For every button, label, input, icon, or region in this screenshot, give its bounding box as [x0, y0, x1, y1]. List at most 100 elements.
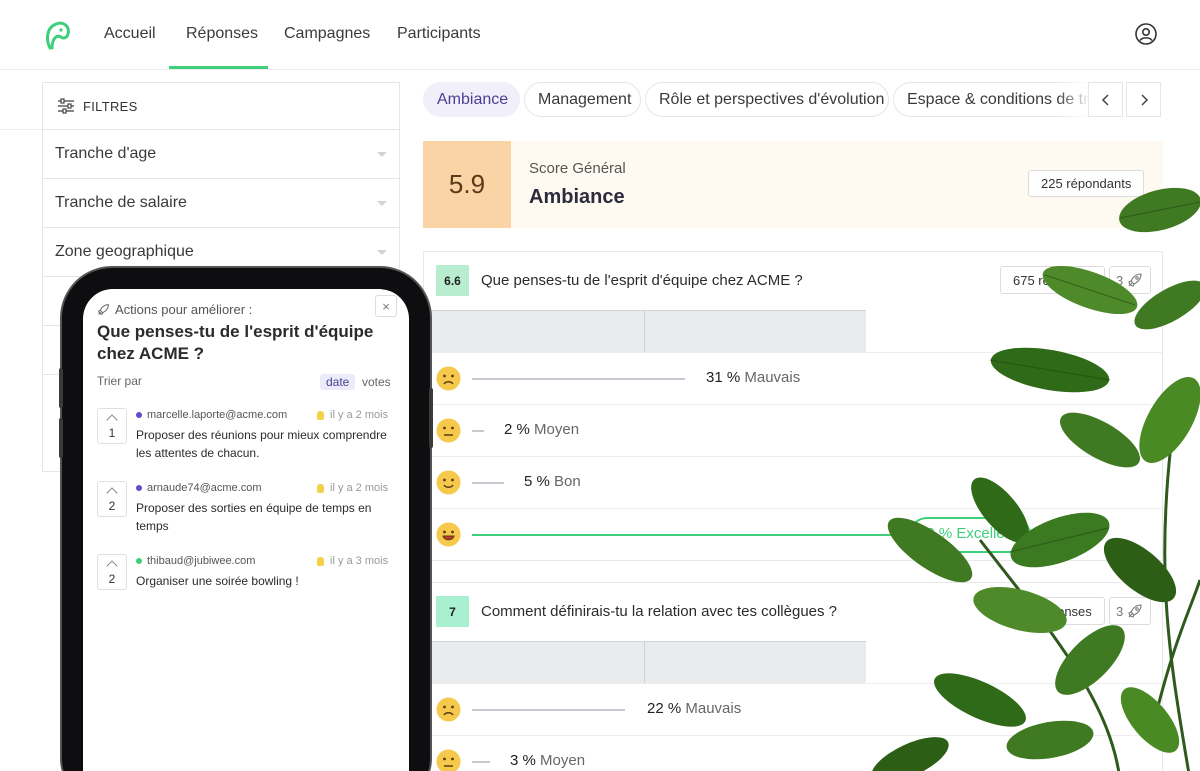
answer-percent: 31 %: [706, 369, 741, 386]
filter-tranche-salaire[interactable]: Tranche de salaire: [43, 179, 399, 228]
grin-face-icon: [436, 522, 461, 547]
action-item: 2 thibaud@jubiwee.com il y a 3 mois Orga…: [97, 554, 397, 614]
action-author: thibaud@jubiwee.com: [136, 555, 255, 567]
filter-label: Zone geographique: [55, 243, 194, 260]
action-time: il y a 3 mois: [317, 555, 388, 567]
nav-campagnes[interactable]: Campagnes: [284, 25, 370, 43]
answer-percent: 2 %: [504, 421, 530, 438]
phone-side-button: [59, 368, 63, 408]
question-text: Comment définirais-tu la relation avec t…: [481, 603, 838, 620]
action-author: marcelle.laporte@acme.com: [136, 409, 287, 421]
filters-header[interactable]: FILTRES: [43, 83, 399, 130]
rocket-icon: [98, 304, 109, 315]
logo-icon[interactable]: [44, 20, 72, 50]
author-email: thibaud@jubiwee.com: [147, 555, 256, 567]
answer-bar: [472, 482, 504, 484]
tab-management[interactable]: Management: [524, 82, 641, 117]
phone-side-button: [59, 418, 63, 458]
author-email: arnaude74@acme.com: [147, 482, 262, 494]
top-navigation: Accueil Réponses Campagnes Participants: [0, 0, 1200, 70]
chevron-up-icon: [106, 413, 118, 426]
time-label: il y a 2 mois: [330, 409, 389, 421]
sort-votes-toggle[interactable]: votes: [362, 375, 391, 389]
tab-ambiance[interactable]: Ambiance: [423, 82, 520, 117]
author-dot: [136, 485, 142, 491]
filter-label: Tranche d'age: [55, 145, 157, 162]
answer-percent: 5 %: [524, 473, 550, 490]
nav-participants[interactable]: Participants: [397, 25, 481, 43]
answer-result: 2 % Moyen: [504, 421, 579, 438]
answer-bar: [472, 761, 490, 763]
general-score-label: Score Général: [529, 160, 626, 177]
action-item: 2 arnaude74@acme.com il y a 2 mois Propo…: [97, 481, 397, 541]
filter-tranche-age[interactable]: Tranche d'age: [43, 130, 399, 179]
phone-mockup: Actions pour améliorer : × Que penses-tu…: [59, 268, 433, 771]
answer-result: 3 % Moyen: [510, 752, 585, 769]
chevron-down-icon: [377, 249, 387, 255]
tabs-prev-button[interactable]: [1088, 82, 1123, 117]
chevron-up-icon: [106, 486, 118, 499]
upvote-button[interactable]: 1: [97, 408, 127, 444]
chart-gridline: [644, 311, 645, 353]
answer-result: 22 % Mauvais: [647, 700, 741, 717]
action-author: arnaude74@acme.com: [136, 482, 262, 494]
author-email: marcelle.laporte@acme.com: [147, 409, 288, 421]
upvote-button[interactable]: 2: [97, 481, 127, 517]
nav-reponses[interactable]: Réponses: [186, 25, 258, 43]
question-score: 6.6: [436, 265, 469, 296]
time-label: il y a 2 mois: [330, 482, 389, 494]
bulb-icon: [317, 556, 324, 566]
actions-header: Actions pour améliorer :: [97, 302, 252, 317]
actions-header-label: Actions pour améliorer :: [115, 302, 253, 317]
chevron-down-icon: [377, 151, 387, 157]
bulb-icon: [317, 410, 324, 420]
neutral-face-icon: [436, 749, 461, 771]
time-label: il y a 3 mois: [330, 555, 389, 567]
answer-label: Bon: [554, 473, 581, 490]
bulb-icon: [317, 483, 324, 493]
action-time: il y a 2 mois: [317, 409, 388, 421]
smile-face-icon: [436, 470, 461, 495]
general-score-value: 5.9: [423, 141, 511, 228]
nav-accueil[interactable]: Accueil: [104, 25, 156, 43]
general-score-title: Ambiance: [529, 186, 625, 208]
chevron-left-icon: [1101, 93, 1109, 106]
tabs-fade: [1058, 82, 1090, 117]
sort-label: Trier par: [97, 374, 142, 388]
chart-gridline: [644, 642, 645, 684]
sort-date-toggle[interactable]: date: [320, 374, 356, 390]
sad-face-icon: [436, 697, 461, 722]
tab-role-perspectives[interactable]: Rôle et perspectives d'évolution: [645, 82, 889, 117]
action-text: Proposer des réunions pour mieux compren…: [136, 428, 387, 460]
answer-percent: 22 %: [647, 700, 682, 717]
chevron-up-icon: [106, 559, 118, 572]
upvote-button[interactable]: 2: [97, 554, 127, 590]
filters-icon: [58, 98, 74, 114]
vote-count: 1: [108, 425, 116, 440]
action-item: 1 marcelle.laporte@acme.com il y a 2 moi…: [97, 408, 397, 468]
answer-label: Moyen: [534, 421, 580, 438]
actions-question-title: Que penses-tu de l'esprit d'équipe chez …: [97, 322, 374, 363]
tabs-next-button[interactable]: [1126, 82, 1161, 117]
answer-result: 31 % Mauvais: [706, 369, 800, 386]
answer-result: 5 % Bon: [524, 473, 581, 490]
user-account-icon[interactable]: [1134, 22, 1158, 46]
action-text: Proposer des sorties en équipe de temps …: [136, 501, 372, 533]
action-time: il y a 2 mois: [317, 482, 388, 494]
neutral-face-icon: [436, 418, 461, 443]
sad-face-icon: [436, 366, 461, 391]
plant-decoration: [871, 187, 1200, 771]
answer-bar: [472, 709, 625, 711]
filters-title: FILTRES: [83, 98, 138, 114]
answer-label: Mauvais: [685, 700, 742, 717]
author-dot: [136, 558, 142, 564]
action-text: Organiser une soirée bowling !: [136, 574, 299, 588]
author-dot: [136, 412, 142, 418]
chevron-right-icon: [1140, 93, 1148, 106]
close-button[interactable]: ×: [375, 295, 397, 317]
answer-label: Moyen: [540, 752, 586, 769]
filter-label: Tranche de salaire: [55, 194, 187, 211]
phone-power-button: [429, 388, 433, 448]
answer-percent: 3 %: [510, 752, 536, 769]
active-nav-indicator: [169, 66, 268, 69]
